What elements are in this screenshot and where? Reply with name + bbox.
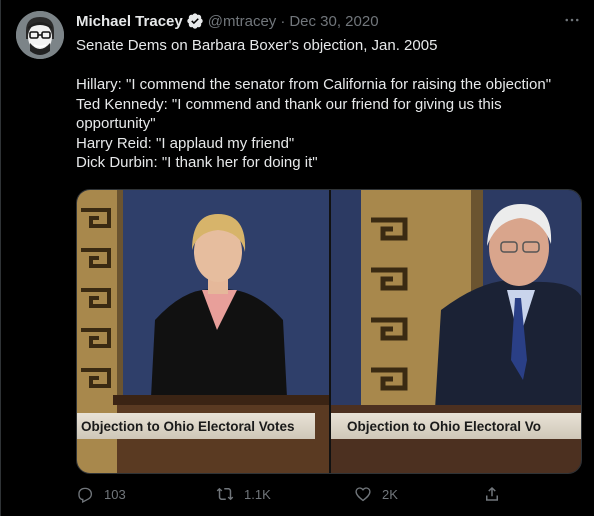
- tweet-text-line: Senate Dems on Barbara Boxer's objection…: [76, 37, 438, 54]
- header-separator: ·: [280, 12, 286, 30]
- retweet-button[interactable]: 1.1K: [216, 484, 271, 504]
- like-icon: [355, 487, 371, 502]
- reply-count: 103: [104, 486, 126, 502]
- share-icon: [486, 486, 498, 501]
- author-name[interactable]: Michael Tracey: [76, 13, 183, 30]
- like-count: 2K: [382, 486, 398, 502]
- tweet-text-line: Dick Durbin: "I thank her for doing it": [76, 154, 318, 171]
- tweet-text: Senate Dems on Barbara Boxer's objection…: [76, 36, 576, 173]
- tweet-text-line: Hillary: "I commend the senator from Cal…: [76, 76, 552, 93]
- retweet-count: 1.1K: [244, 486, 271, 502]
- media-image-right[interactable]: Objection to Ohio Electoral Vo: [331, 190, 581, 473]
- avatar-cartoon: [16, 11, 64, 59]
- tweet-text-line: Ted Kennedy: "I commend and thank our fr…: [76, 95, 502, 113]
- tweet-header: Michael Tracey @mtracey · Dec 30, 2020: [76, 11, 379, 31]
- verified-badge-icon: [186, 12, 204, 30]
- reply-button[interactable]: 103: [76, 484, 126, 504]
- more-icon[interactable]: [560, 8, 584, 32]
- left-video-caption: Objection to Ohio Electoral Votes: [77, 413, 315, 439]
- media-image-left[interactable]: Objection to Ohio Electoral Votes: [77, 190, 329, 473]
- tweet-media[interactable]: Objection to Ohio Electoral Votes Object…: [76, 189, 582, 474]
- tweet-actions: 103 1.1K 2K: [76, 484, 506, 504]
- share-button[interactable]: [483, 484, 511, 504]
- retweet-icon: [216, 487, 234, 501]
- tweet-text-line: opportunity": [76, 115, 156, 132]
- avatar[interactable]: [16, 11, 64, 59]
- tweet-text-line: Harry Reid: "I applaud my friend": [76, 134, 295, 152]
- tweet-date[interactable]: Dec 30, 2020: [289, 13, 378, 30]
- tweet-text-line: [76, 56, 576, 76]
- reply-icon: [78, 487, 93, 503]
- left-divider: [0, 0, 1, 516]
- right-video-caption: Objection to Ohio Electoral Vo: [331, 413, 581, 439]
- like-button[interactable]: 2K: [354, 484, 398, 504]
- author-handle[interactable]: @mtracey: [208, 13, 277, 30]
